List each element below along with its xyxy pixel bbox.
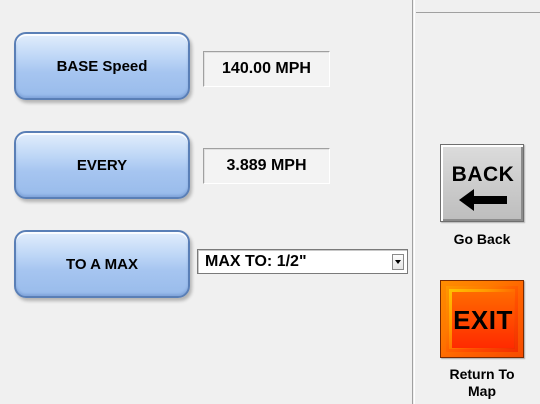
exit-icon: EXIT [452,292,514,348]
base-speed-value-text: 140.00 MPH [222,60,311,77]
exit-icon-text: EXIT [453,304,513,335]
exit-button[interactable]: EXIT [440,280,524,358]
left-arrow-icon [459,189,507,211]
dropdown-arrow-icon[interactable] [392,253,404,270]
base-speed-value: 140.00 MPH [203,51,330,87]
every-value: 3.889 MPH [203,148,330,184]
every-value-text: 3.889 MPH [226,157,307,174]
return-to-map-line2: Map [468,383,496,399]
max-to-selected-value: MAX TO: 1/2" [205,252,307,270]
max-to-dropdown[interactable]: MAX TO: 1/2" [197,249,408,274]
every-label: EVERY [76,156,128,174]
to-a-max-label: TO A MAX [66,255,138,273]
every-button[interactable]: EVERY [14,131,190,199]
settings-pane: BASE Speed 140.00 MPH EVERY 3.889 MPH TO… [0,0,415,404]
return-to-map-line1: Return To [449,366,515,382]
go-back-caption: Go Back [453,231,511,247]
back-button[interactable]: BACK [440,144,524,222]
base-speed-button[interactable]: BASE Speed [14,32,190,100]
settings-window: BASE Speed 140.00 MPH EVERY 3.889 MPH TO… [0,0,540,404]
return-to-map-caption: Return To Map [430,366,534,400]
to-a-max-button[interactable]: TO A MAX [14,230,190,298]
back-icon-text: BACK [451,163,515,186]
base-speed-label: BASE Speed [56,57,148,75]
